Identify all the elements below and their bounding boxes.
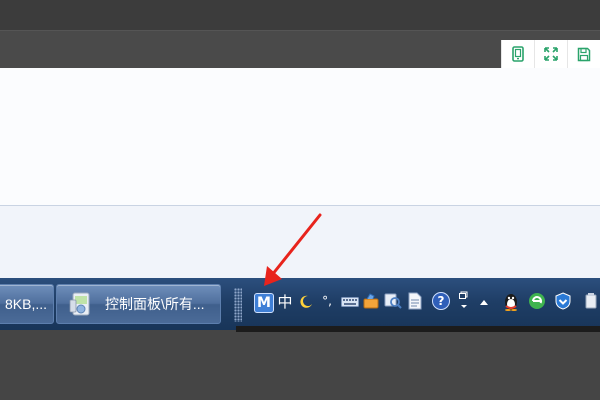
e-browser-icon xyxy=(529,293,545,309)
taskbar-grip-handle[interactable] xyxy=(234,288,242,322)
view-toolbar xyxy=(501,40,600,68)
taskbar-shadow xyxy=(236,326,600,332)
punctuation-toggle[interactable]: °, xyxy=(318,292,336,310)
bottom-area xyxy=(0,330,600,400)
taskbar-window-button[interactable]: 8KB,... xyxy=(0,284,54,324)
fullscreen-icon xyxy=(544,47,558,61)
ime-menu-button[interactable] xyxy=(458,290,470,312)
top-bar xyxy=(0,0,600,31)
ime-logo-icon: M xyxy=(257,295,271,311)
fullscreen-button[interactable] xyxy=(534,40,567,68)
show-hidden-icons-button[interactable] xyxy=(478,296,490,308)
content-lower-area xyxy=(0,206,600,278)
soft-keyboard-button[interactable] xyxy=(340,296,360,308)
half-width-toggle[interactable] xyxy=(298,294,314,310)
qq-tray-button[interactable] xyxy=(502,291,520,311)
help-icon: ? xyxy=(437,294,445,308)
browser-tray-button[interactable] xyxy=(528,292,546,310)
toolbox-icon xyxy=(363,293,379,309)
restore-chevron-icon xyxy=(459,291,468,308)
keyboard-icon xyxy=(341,297,359,307)
ime-chinese-mode[interactable]: 中 xyxy=(276,291,294,311)
chevron-up-icon xyxy=(480,300,488,305)
save-icon xyxy=(577,47,591,61)
control-panel-icon xyxy=(69,292,90,316)
content-area xyxy=(0,68,600,205)
device-tray-button[interactable] xyxy=(582,292,600,310)
help-button[interactable]: ? xyxy=(432,292,450,310)
search-tool-button[interactable] xyxy=(384,292,402,310)
taskbar-control-panel-button[interactable]: 控制面板\所有... xyxy=(56,284,221,324)
save-button[interactable] xyxy=(567,40,600,68)
taskbar-window-label: 控制面板\所有... xyxy=(105,296,205,312)
taskbar-window-label: 8KB,... xyxy=(5,296,48,312)
shield-icon xyxy=(555,292,571,310)
security-tray-button[interactable] xyxy=(554,292,572,310)
qq-penguin-icon xyxy=(505,294,517,311)
skin-tool-button[interactable] xyxy=(362,292,380,310)
tablet-view-button[interactable] xyxy=(501,40,534,68)
document-icon xyxy=(408,292,422,310)
magnifier-icon xyxy=(384,293,402,309)
tablet-icon xyxy=(512,46,524,62)
usb-device-icon xyxy=(585,293,597,309)
document-tool-button[interactable] xyxy=(406,292,424,310)
moon-icon xyxy=(300,295,312,308)
ime-logo-button[interactable]: M xyxy=(254,293,274,313)
